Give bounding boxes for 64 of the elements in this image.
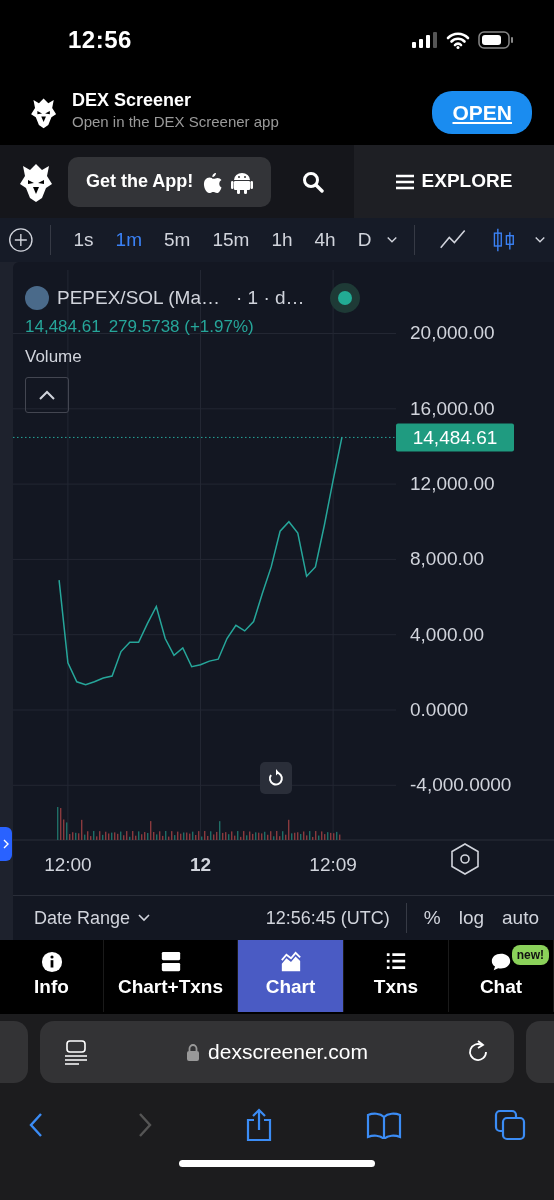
caret-down-icon [138, 914, 151, 922]
url-text: dexscreener.com [208, 1039, 368, 1066]
wifi-icon [446, 31, 470, 49]
status-time: 12:56 [68, 25, 132, 55]
battery-icon [478, 31, 514, 49]
interval-tab[interactable]: 5m [157, 225, 198, 255]
volume-label: Volume [25, 345, 83, 368]
status-dot-icon [328, 282, 361, 314]
interval-tab[interactable]: D [350, 225, 379, 255]
reset-button[interactable] [260, 762, 292, 794]
signal-icon [412, 32, 438, 48]
price-axis-label: 0.0000 [410, 699, 469, 720]
time-axis-label: 12:09 [309, 854, 357, 875]
search-icon[interactable] [301, 170, 324, 193]
interval-tab[interactable]: 1m [108, 225, 149, 255]
scale-option[interactable]: % [422, 902, 442, 934]
time-axis-label: 12:00 [44, 854, 92, 875]
reader-icon[interactable] [64, 1039, 88, 1065]
area-chart-icon [279, 950, 302, 973]
date-range-button[interactable]: Date Range [33, 903, 152, 933]
add-circle-icon[interactable] [8, 225, 34, 255]
scale-option[interactable]: auto [501, 902, 540, 934]
chevron-up-icon [38, 390, 56, 400]
pair-suffix: · 1 · d… [235, 285, 305, 310]
price-axis-label: 8,000.00 [410, 548, 484, 570]
info-icon [40, 950, 63, 973]
back-icon[interactable] [28, 1112, 44, 1138]
reload-icon[interactable] [466, 1040, 490, 1064]
split-view-icon [159, 950, 182, 973]
interval-tab[interactable]: 15m [205, 225, 257, 255]
tabs-icon[interactable] [494, 1109, 526, 1141]
price-axis-label: 4,000.00 [410, 623, 484, 645]
time-axis-label: 12 [189, 854, 212, 875]
price-axis-label: 12,000.00 [410, 473, 495, 495]
explore-button[interactable]: EXPLORE [354, 145, 554, 218]
price-tag: 14,484.61 [396, 423, 514, 452]
menu-icon [395, 173, 414, 190]
app-subtitle: Open in the DEX Screener app [72, 112, 280, 133]
lock-icon [186, 1043, 201, 1061]
get-app-button[interactable]: Get the App! [68, 156, 272, 207]
last-price: 14,484.61 [25, 316, 101, 338]
price-axis-label: 20,000.00 [410, 322, 495, 344]
pair-title: PEPEX/SOL (Ma… [57, 285, 220, 310]
interval-tab[interactable]: 1h [264, 225, 300, 255]
nav-tab[interactable]: Chart [238, 940, 344, 1012]
share-icon[interactable] [245, 1108, 273, 1142]
new-badge: new! [511, 945, 549, 965]
utc-clock: 12:56:45 (UTC) [265, 906, 390, 930]
scale-option[interactable]: log [457, 902, 485, 934]
price-change: 279.5738 (+1.97%) [108, 316, 254, 338]
reset-icon [267, 769, 285, 787]
caret-down-icon[interactable] [386, 235, 399, 245]
interval-tab[interactable]: 1s [66, 225, 101, 255]
address-bar[interactable]: dexscreener.com [40, 1021, 514, 1083]
caret-down-icon[interactable] [534, 235, 546, 245]
token-avatar [25, 286, 49, 310]
interval-tab[interactable]: 4h [307, 225, 343, 255]
price-axis-label: -4,000.0000 [410, 774, 512, 796]
collapse-button[interactable] [25, 377, 69, 413]
settings-icon[interactable] [451, 843, 479, 875]
sidebar-toggle-handle[interactable] [0, 827, 12, 861]
price-axis-label: 16,000.00 [410, 397, 495, 419]
book-icon[interactable] [365, 1111, 402, 1139]
app-title: DEX Screener [72, 91, 193, 112]
